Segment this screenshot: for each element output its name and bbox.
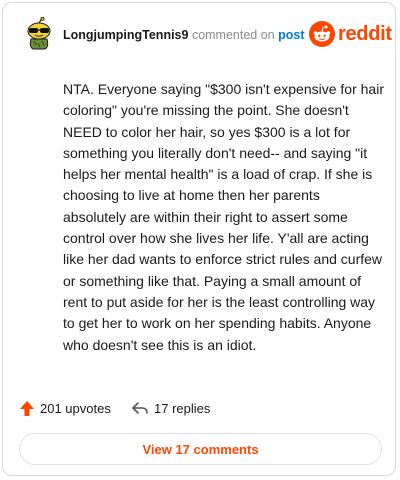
- view-comments-button[interactable]: View 17 comments: [19, 433, 382, 465]
- replies-button[interactable]: 17 replies: [131, 397, 210, 419]
- post-link[interactable]: post: [278, 28, 304, 42]
- reply-arrow-icon: [132, 402, 148, 414]
- comment-text: NTA. Everyone saying "$300 isn't expensi…: [63, 81, 384, 353]
- username[interactable]: LongjumpingTennis9: [63, 28, 188, 42]
- action-text: commented on: [191, 28, 275, 42]
- reply-count: 17 replies: [154, 400, 211, 416]
- reddit-logo-icon: [309, 21, 335, 47]
- reddit-logo[interactable]: reddit: [309, 19, 392, 49]
- comment-footer: 201 upvotes 17 replies: [19, 397, 379, 419]
- upvote-count: 201 upvotes: [40, 400, 111, 416]
- user-avatar[interactable]: [23, 16, 55, 51]
- comment-card: LongjumpingTennis9 commented on post red…: [2, 2, 396, 476]
- brand-name: reddit: [338, 23, 392, 45]
- upvote-arrow-icon: [20, 400, 34, 416]
- snoo-avatar-icon: [27, 16, 51, 50]
- comment-header: LongjumpingTennis9 commented on post red…: [19, 16, 392, 53]
- comment-byline: LongjumpingTennis9 commented on post: [63, 27, 305, 43]
- upvote-button[interactable]: 201 upvotes: [19, 397, 111, 419]
